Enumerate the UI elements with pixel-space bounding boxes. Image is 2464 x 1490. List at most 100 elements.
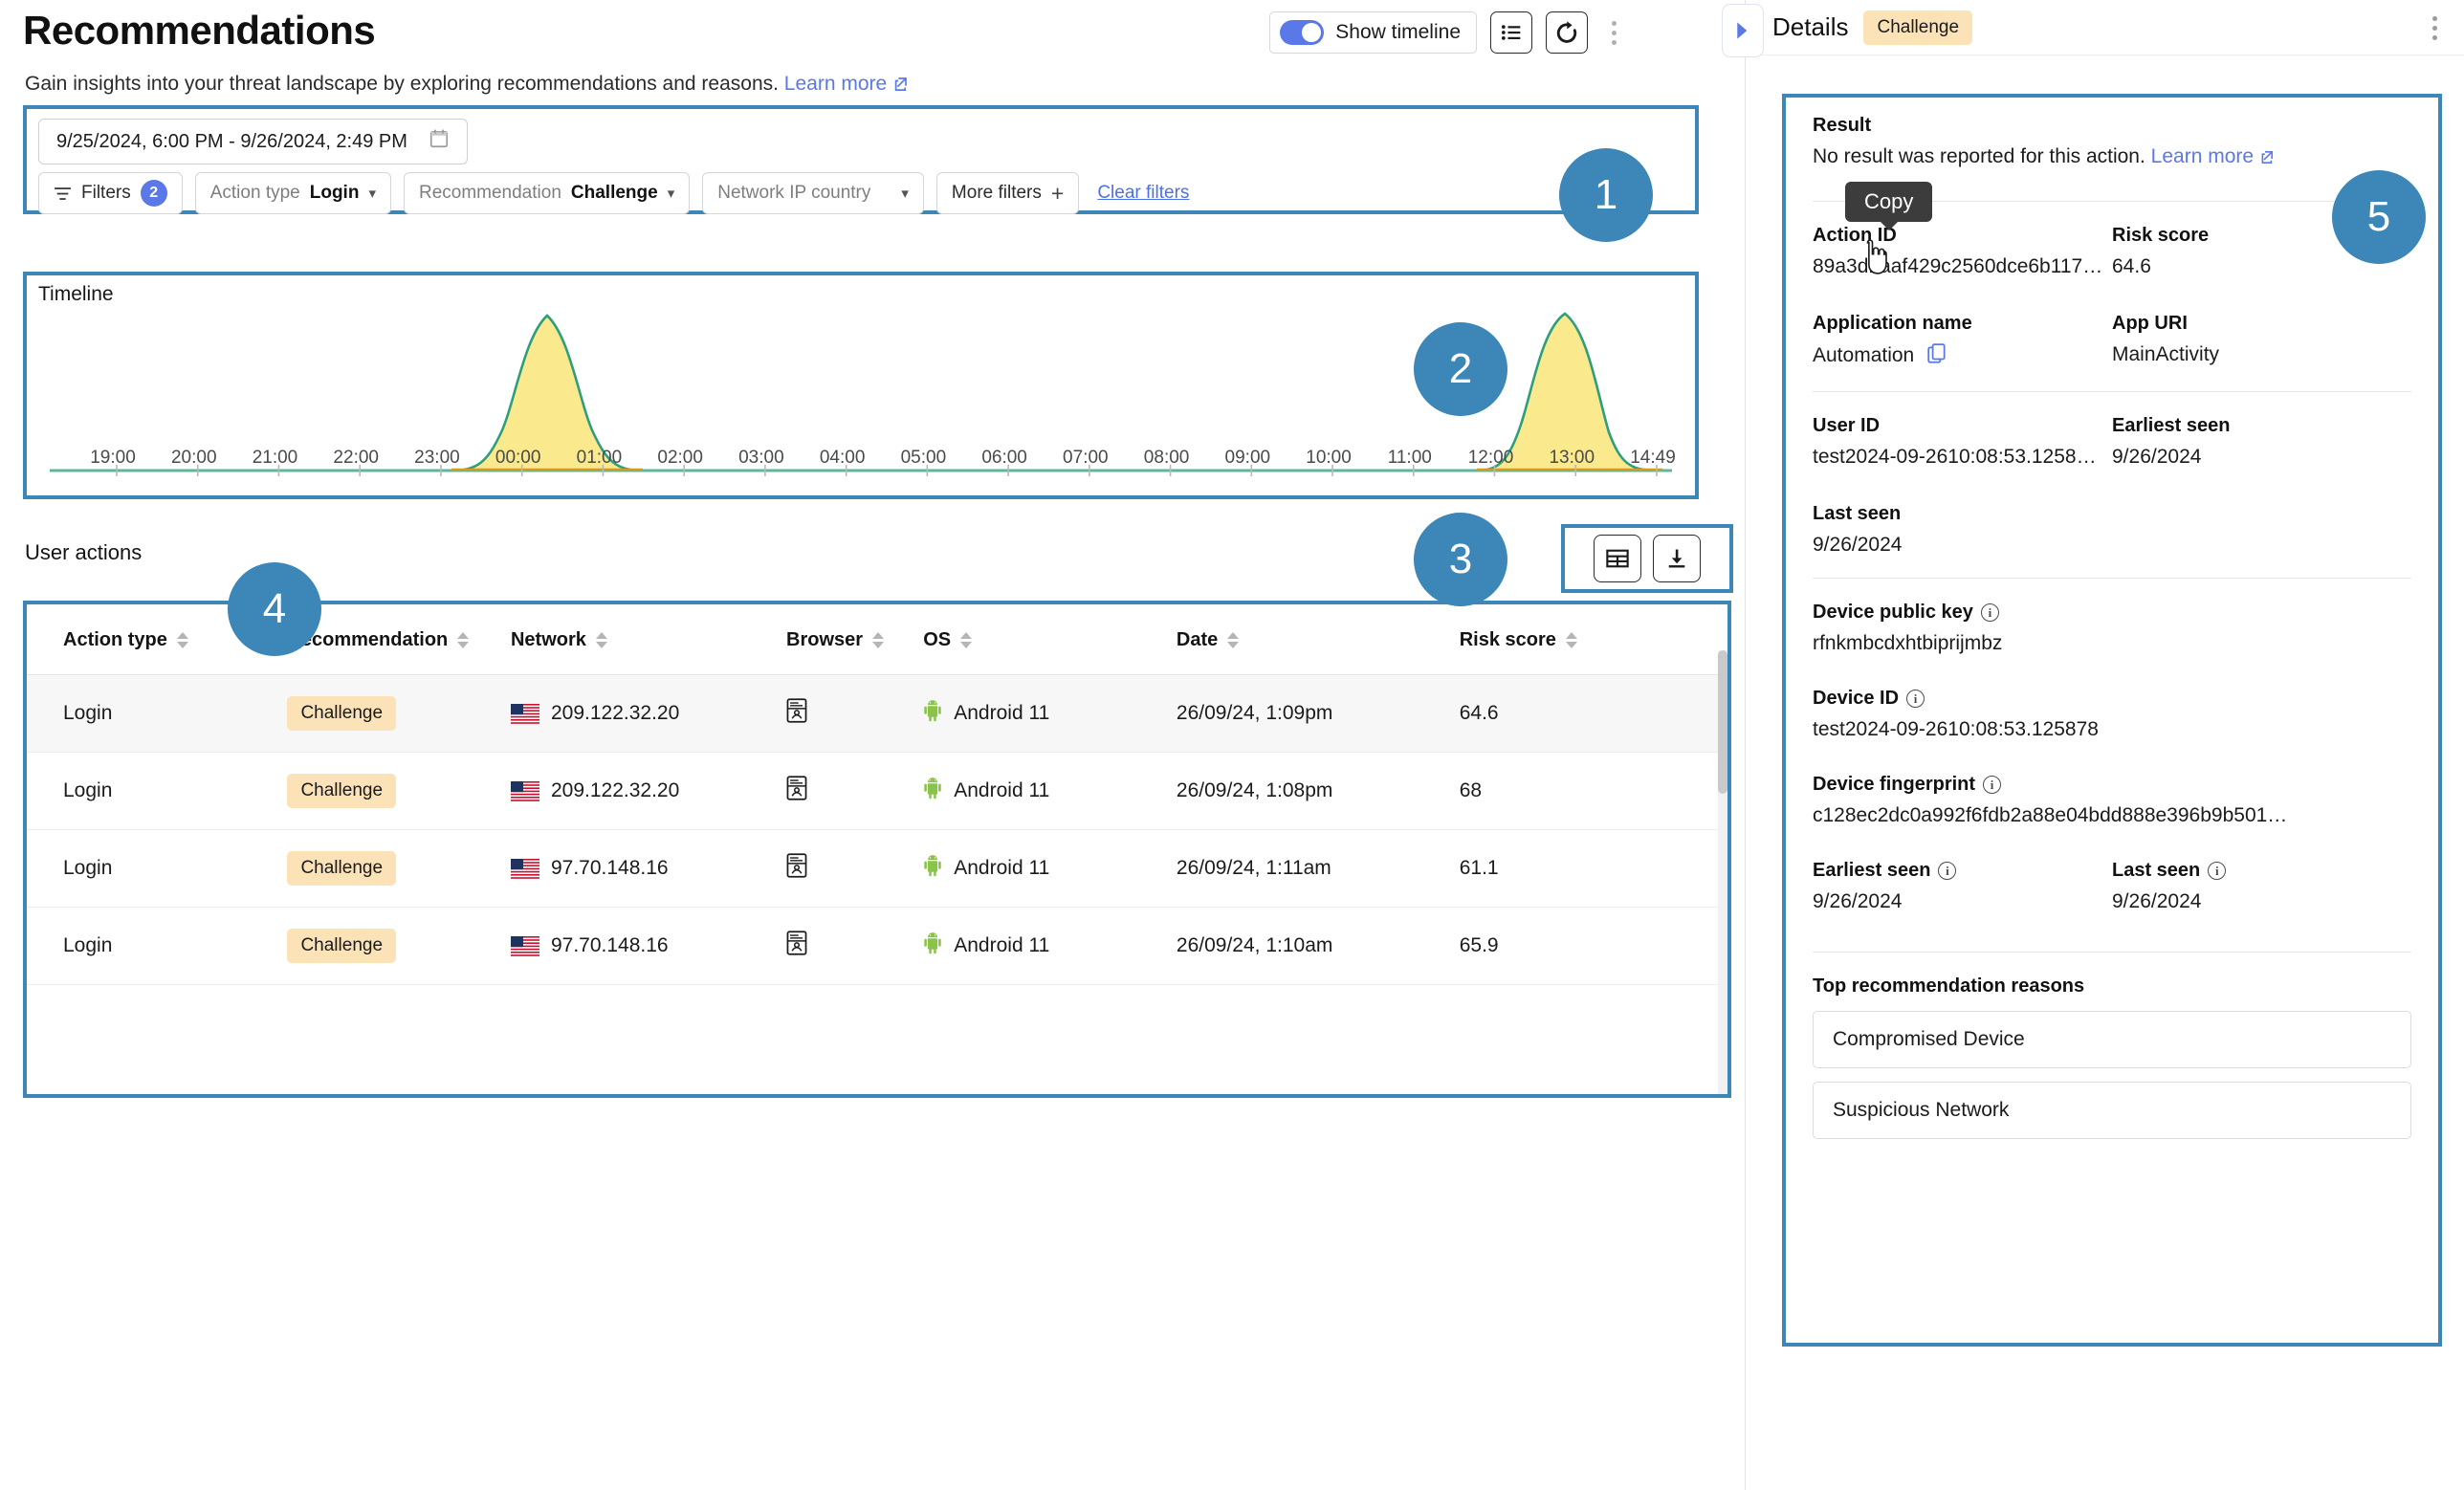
field-value-wrap: Automation: [1813, 343, 2112, 370]
details-header: Details Challenge: [1746, 0, 2464, 55]
result-learn-more-link[interactable]: Learn more: [2151, 145, 2254, 167]
table-row[interactable]: Login Challenge 97.70.148.16 Android 11 26/0…: [27, 907, 1727, 985]
table-columns-button[interactable]: [1594, 535, 1641, 582]
list-icon: [1501, 25, 1521, 40]
callout-2: 2: [1414, 322, 1507, 416]
column-header-spacer: [1638, 604, 1727, 675]
list-view-button[interactable]: [1490, 11, 1532, 54]
chevron-right-icon: [1737, 22, 1748, 39]
field-value: test2024-09-2610:08:53.1258…: [1813, 446, 2097, 468]
info-icon[interactable]: i: [2208, 862, 2227, 880]
field-label: Action ID: [1813, 225, 1897, 246]
cell-risk-score: 64.6: [1459, 674, 1639, 753]
refresh-button[interactable]: [1546, 11, 1588, 54]
sort-toggle-icon[interactable]: [1227, 632, 1240, 648]
sort-toggle-icon[interactable]: [176, 632, 188, 648]
column-header-risk-score[interactable]: Risk score: [1459, 604, 1639, 675]
column-label: Action type: [63, 629, 167, 650]
table-row[interactable]: Login Challenge 209.122.32.20 Android 11 26/…: [27, 674, 1727, 753]
callout-3: 3: [1414, 513, 1507, 606]
sort-toggle-icon[interactable]: [960, 632, 973, 648]
info-icon[interactable]: i: [1906, 690, 1925, 708]
field-value: rfnkmbcdxhtbiprijmbz: [1813, 632, 2003, 654]
callout-1: 1: [1559, 148, 1653, 242]
reason-item[interactable]: Compromised Device: [1813, 1011, 2411, 1068]
plus-icon: +: [1050, 180, 1065, 206]
copy-icon[interactable]: [1927, 343, 1947, 370]
cell-action-type: Login: [27, 829, 288, 908]
android-icon: [923, 931, 942, 960]
more-filters-button[interactable]: More filters +: [935, 172, 1080, 214]
panel-collapse-handle[interactable]: [1722, 4, 1764, 57]
column-header-os[interactable]: OS: [923, 604, 1177, 675]
sort-toggle-icon[interactable]: [1565, 632, 1577, 648]
details-recommendation-badge: Challenge: [1863, 10, 1973, 45]
field-device-earliest-seen: Earliest seen i 9/26/2024: [1813, 860, 2112, 913]
calendar-icon: [429, 128, 450, 155]
column-label: Risk score: [1459, 629, 1556, 650]
cell-spacer: [1638, 752, 1727, 830]
sort-toggle-icon[interactable]: [457, 632, 470, 648]
cell-spacer: [1638, 907, 1727, 985]
page-more-menu-button[interactable]: [1601, 11, 1626, 54]
filter-chip-action-type[interactable]: Action type Login ▾: [194, 172, 391, 214]
axis-tick-label: 02:00: [657, 448, 703, 468]
download-button[interactable]: [1653, 535, 1701, 582]
table-row[interactable]: Login Challenge 209.122.32.20 Android 11 26/…: [27, 752, 1727, 830]
recommendation-badge: Challenge: [287, 774, 397, 808]
field-user-id: User ID test2024-09-2610:08:53.1258…: [1813, 415, 2112, 469]
info-icon[interactable]: i: [1980, 603, 1999, 622]
webview-browser-icon: [786, 931, 807, 960]
field-value: 89a3d1aaf429c2560dce6b117…: [1813, 255, 2103, 277]
field-label: Earliest seen: [1813, 860, 1931, 881]
external-link-icon: [892, 75, 909, 98]
field-label-wrap: Device fingerprint i: [1813, 774, 2411, 796]
field-value: 9/26/2024: [2112, 890, 2202, 912]
chip-value: Challenge: [570, 183, 658, 203]
filter-chip-network-ip-country[interactable]: Network IP country ▾: [702, 172, 924, 214]
sort-toggle-icon[interactable]: [595, 632, 607, 648]
details-more-menu-button[interactable]: [2422, 6, 2447, 50]
filters-button[interactable]: Filters 2: [38, 172, 183, 214]
filter-chip-recommendation[interactable]: Recommendation Challenge ▾: [403, 172, 691, 214]
column-header-network[interactable]: Network: [510, 604, 786, 675]
webview-browser-icon: [786, 698, 807, 728]
os-name: Android 11: [954, 857, 1050, 879]
reason-item[interactable]: Suspicious Network: [1813, 1082, 2411, 1139]
mouse-cursor: [1859, 239, 1891, 282]
sort-toggle-icon[interactable]: [872, 632, 885, 648]
chevron-down-icon: ▾: [368, 186, 376, 202]
cell-risk-score: 61.1: [1459, 829, 1639, 908]
table-export-panel: [1561, 524, 1733, 593]
clear-filters-link[interactable]: Clear filters: [1097, 183, 1189, 204]
field-label-wrap: Device ID i: [1813, 688, 2411, 710]
cell-os: Android 11: [923, 907, 1177, 985]
show-timeline-toggle[interactable]: Show timeline: [1269, 11, 1477, 54]
field-application-name: Application name Automation: [1813, 313, 2112, 370]
toggle-switch[interactable]: [1280, 20, 1325, 45]
android-icon: [923, 854, 942, 883]
info-icon[interactable]: i: [1983, 776, 2002, 794]
column-header-date[interactable]: Date: [1176, 604, 1460, 675]
copy-tooltip: Copy: [1845, 182, 1933, 222]
table-scrollbar-thumb[interactable]: [1718, 650, 1727, 794]
axis-tick-label: 05:00: [900, 448, 947, 468]
field-device-last-seen: Last seen i 9/26/2024: [2112, 860, 2411, 913]
date-range-picker[interactable]: 9/25/2024, 6:00 PM - 9/26/2024, 2:49 PM: [38, 119, 468, 164]
subtitle-learn-more-link[interactable]: Learn more: [784, 73, 887, 95]
column-header-browser[interactable]: Browser: [786, 604, 924, 675]
axis-tick-label: 11:00: [1387, 448, 1432, 468]
field-spacer: [2112, 503, 2411, 557]
network-ip: 97.70.148.16: [550, 934, 669, 956]
us-flag-icon: [510, 858, 539, 879]
filters-panel: 9/25/2024, 6:00 PM - 9/26/2024, 2:49 PM …: [23, 105, 1699, 214]
info-icon[interactable]: i: [1938, 862, 1957, 880]
field-label-wrap: Device public key i: [1813, 602, 2411, 624]
cell-risk-score: 68: [1459, 752, 1639, 830]
cell-action-type: Login: [27, 674, 288, 753]
cell-date: 26/09/24, 1:08pm: [1176, 752, 1460, 830]
field-label: Application name: [1813, 313, 1972, 334]
result-block: Result No result was reported for this a…: [1813, 115, 2411, 180]
result-value: No result was reported for this action. …: [1813, 145, 2411, 170]
table-row[interactable]: Login Challenge 97.70.148.16 Android 11 26/0…: [27, 829, 1727, 908]
